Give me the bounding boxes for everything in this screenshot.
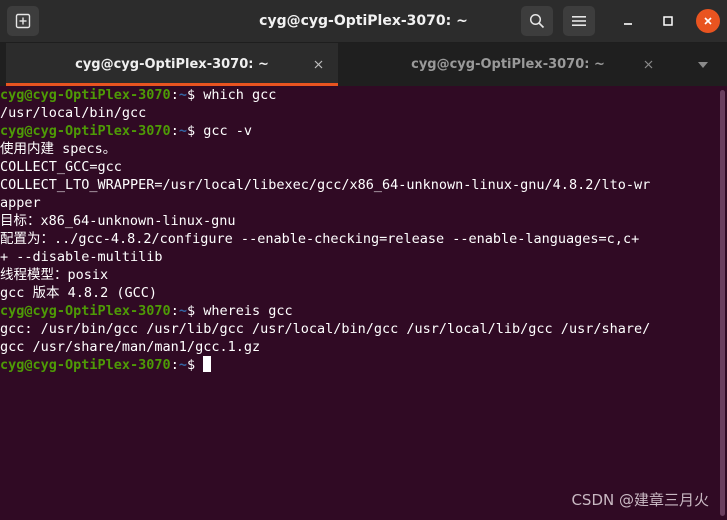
- command-text: which gcc: [203, 87, 277, 103]
- terminal-line: COLLECT_LTO_WRAPPER=/usr/local/libexec/g…: [0, 177, 651, 193]
- prompt-user: cyg@cyg-OptiPlex-3070: [0, 87, 171, 103]
- terminal-line: cyg@cyg-OptiPlex-3070:~$ whereis gcc: [0, 303, 293, 319]
- terminal-output[interactable]: cyg@cyg-OptiPlex-3070:~$ which gcc /usr/…: [0, 86, 718, 520]
- terminal-line: 使用内建 specs。: [0, 141, 117, 157]
- terminal-line: + --disable-multilib: [0, 249, 163, 265]
- title-bar: cyg@cyg-OptiPlex-3070: ~: [0, 0, 727, 43]
- chevron-down-icon: [697, 61, 708, 68]
- tab-bar: cyg@cyg-OptiPlex-3070: ~ cyg@cyg-OptiPle…: [0, 43, 727, 86]
- close-icon: [644, 60, 652, 68]
- close-button[interactable]: [696, 9, 720, 33]
- terminal-line: 配置为：../gcc-4.8.2/configure --enable-chec…: [0, 231, 640, 247]
- prompt-user: cyg@cyg-OptiPlex-3070: [0, 123, 171, 139]
- hamburger-menu-icon: [572, 16, 586, 26]
- terminal-line: COLLECT_GCC=gcc: [0, 159, 122, 175]
- new-tab-button[interactable]: [7, 6, 39, 36]
- terminal-line: cyg@cyg-OptiPlex-3070:~$ which gcc: [0, 87, 277, 103]
- prompt-user: cyg@cyg-OptiPlex-3070: [0, 357, 171, 373]
- text-cursor: [203, 356, 212, 372]
- maximize-icon: [663, 16, 673, 26]
- terminal-line: cyg@cyg-OptiPlex-3070:~$ gcc -v: [0, 123, 253, 139]
- tab-close-button[interactable]: [311, 57, 325, 71]
- prompt-user: cyg@cyg-OptiPlex-3070: [0, 303, 171, 319]
- maximize-button[interactable]: [656, 9, 680, 33]
- tab-close-button[interactable]: [641, 57, 655, 71]
- minimize-button[interactable]: [616, 9, 640, 33]
- watermark: CSDN @建章三月火: [571, 491, 709, 509]
- tab-label: cyg@cyg-OptiPlex-3070: ~: [75, 57, 269, 72]
- search-icon: [529, 13, 545, 29]
- tab-label: cyg@cyg-OptiPlex-3070: ~: [411, 57, 605, 72]
- minimize-icon: [624, 23, 632, 25]
- menu-button[interactable]: [563, 6, 595, 36]
- tab-terminal-1[interactable]: cyg@cyg-OptiPlex-3070: ~: [6, 43, 338, 86]
- terminal-line: 目标：x86_64-unknown-linux-gnu: [0, 213, 236, 229]
- search-button[interactable]: [521, 6, 553, 36]
- terminal-line: gcc /usr/share/man/man1/gcc.1.gz: [0, 339, 261, 355]
- terminal-line: apper: [0, 195, 41, 211]
- scrollbar-thumb[interactable]: [720, 90, 725, 516]
- command-text: whereis gcc: [203, 303, 293, 319]
- command-text: gcc -v: [203, 123, 253, 139]
- scrollbar[interactable]: [718, 86, 727, 520]
- terminal-line: cyg@cyg-OptiPlex-3070:~$: [0, 356, 718, 374]
- tab-terminal-2[interactable]: cyg@cyg-OptiPlex-3070: ~: [338, 43, 678, 86]
- terminal-line: gcc 版本 4.8.2 (GCC): [0, 285, 158, 301]
- terminal-line: gcc: /usr/bin/gcc /usr/lib/gcc /usr/loca…: [0, 321, 651, 337]
- tab-list-dropdown[interactable]: [678, 43, 727, 86]
- new-tab-icon: [15, 13, 31, 29]
- terminal-line: 线程模型：posix: [0, 267, 109, 283]
- close-icon: [314, 60, 322, 68]
- terminal-line: /usr/local/bin/gcc: [0, 105, 147, 121]
- close-icon: [704, 17, 712, 25]
